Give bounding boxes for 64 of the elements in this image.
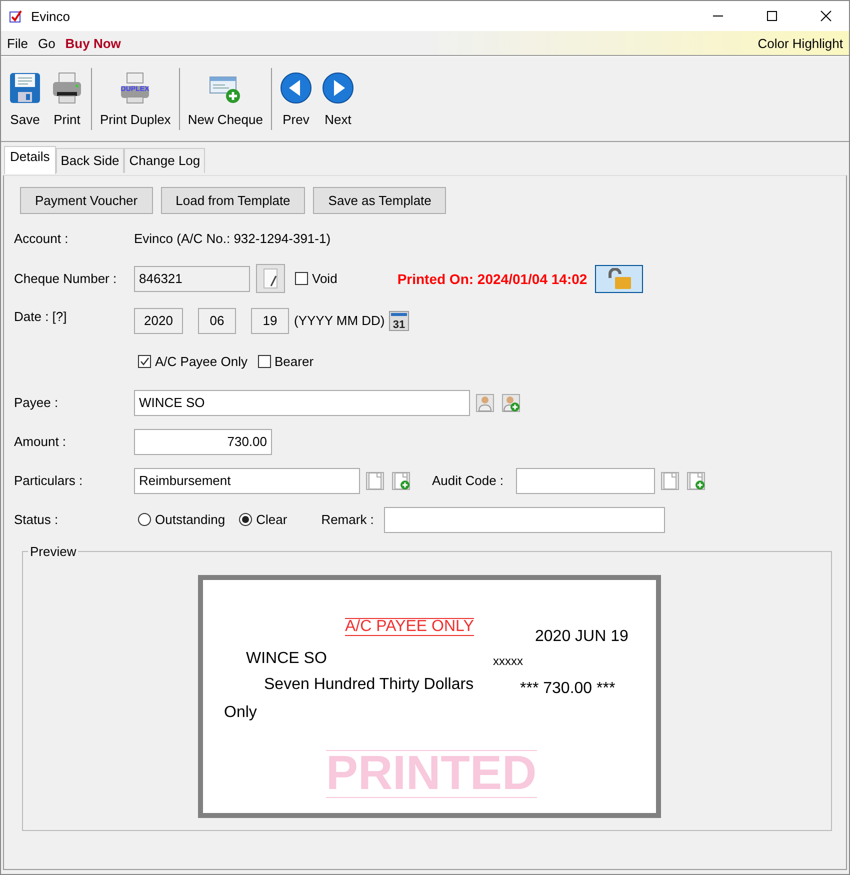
radio-label: Clear	[256, 512, 288, 527]
add-person-icon[interactable]	[502, 394, 520, 412]
close-icon[interactable]	[820, 10, 832, 22]
only-text: Only	[224, 704, 257, 722]
radio-button[interactable]	[239, 513, 252, 526]
field-label: Payee :	[14, 395, 60, 410]
masked-text: xxxxx	[493, 654, 523, 668]
maximize-icon[interactable]	[766, 10, 778, 22]
printer-icon	[51, 72, 83, 104]
toolbar-button[interactable]: Print	[47, 72, 87, 126]
checkbox[interactable]	[295, 272, 308, 285]
field-label: Date : [?]	[14, 309, 68, 324]
cheque-date: 2020 JUN 19	[535, 628, 628, 646]
add-document-icon[interactable]	[686, 472, 705, 490]
menu-item[interactable]: Go	[38, 36, 56, 50]
radio-label: Outstanding	[155, 512, 226, 527]
add-document-icon[interactable]	[392, 472, 410, 490]
action-button[interactable]: Save as Template	[313, 187, 446, 214]
field-label: Amount :	[14, 434, 68, 449]
input-field[interactable]	[384, 506, 665, 532]
field-label: Particulars :	[14, 473, 84, 488]
window-title: Evinco	[31, 8, 70, 24]
field-label: Remark :	[321, 512, 374, 527]
toolbar-button[interactable]: Prev	[276, 72, 316, 126]
menu-item[interactable]: Buy Now	[65, 36, 121, 50]
tab[interactable]: Details	[4, 146, 56, 174]
field-label: Status :	[14, 512, 60, 527]
toolbar-button[interactable]: Save	[5, 72, 45, 126]
tab[interactable]: Change Log	[124, 148, 206, 173]
input-field[interactable]: 730.00	[134, 428, 272, 454]
checkbox-label: A/C Payee Only	[155, 354, 248, 369]
payee-text: WINCE SO	[246, 650, 327, 668]
toolbar-button[interactable]: New Cheque	[184, 72, 267, 126]
input-field[interactable]: 19	[251, 308, 289, 334]
amount-words: Seven Hundred Thirty Dollars	[264, 676, 474, 694]
input-field[interactable]: 846321	[134, 266, 250, 292]
input-field[interactable]: 2020	[134, 308, 183, 334]
toolbar-button[interactable]: Next	[318, 72, 358, 126]
input-field[interactable]	[516, 468, 655, 494]
crossing-text: A/C PAYEE ONLY	[345, 618, 474, 636]
input-field[interactable]: WINCE SO	[134, 390, 470, 416]
action-button[interactable]: Load from Template	[160, 187, 306, 214]
app-icon	[9, 9, 23, 23]
printed-status: Printed On: 2024/01/04 14:02	[397, 270, 588, 286]
unlock-button[interactable]	[595, 264, 644, 292]
amount-figure: *** 730.00 ***	[520, 680, 616, 698]
field-label: Cheque Number :	[14, 271, 118, 286]
checkbox[interactable]	[138, 355, 151, 368]
action-button[interactable]: Payment Voucher	[20, 187, 153, 214]
tab[interactable]: Back Side	[56, 148, 124, 173]
field-label: Account :	[14, 231, 70, 246]
calendar-icon[interactable]: 31	[388, 310, 409, 330]
group-title: Preview	[28, 544, 78, 559]
input-field[interactable]: Reimbursement	[134, 468, 360, 494]
field-label: Audit Code :	[432, 473, 504, 488]
menu-item[interactable]: Color Highlight	[758, 36, 843, 50]
checkbox[interactable]	[258, 355, 270, 368]
radio-button[interactable]	[138, 513, 151, 526]
checkbox-label: Void	[312, 271, 338, 286]
account-text: Evinco (A/C No.: 932-1294-391-1)	[134, 231, 331, 246]
checkbox-label: Bearer	[274, 354, 314, 369]
input-field[interactable]: 06	[198, 308, 236, 334]
menu-item[interactable]: File	[7, 36, 28, 50]
format-hint: (YYYY MM DD)	[294, 313, 385, 328]
